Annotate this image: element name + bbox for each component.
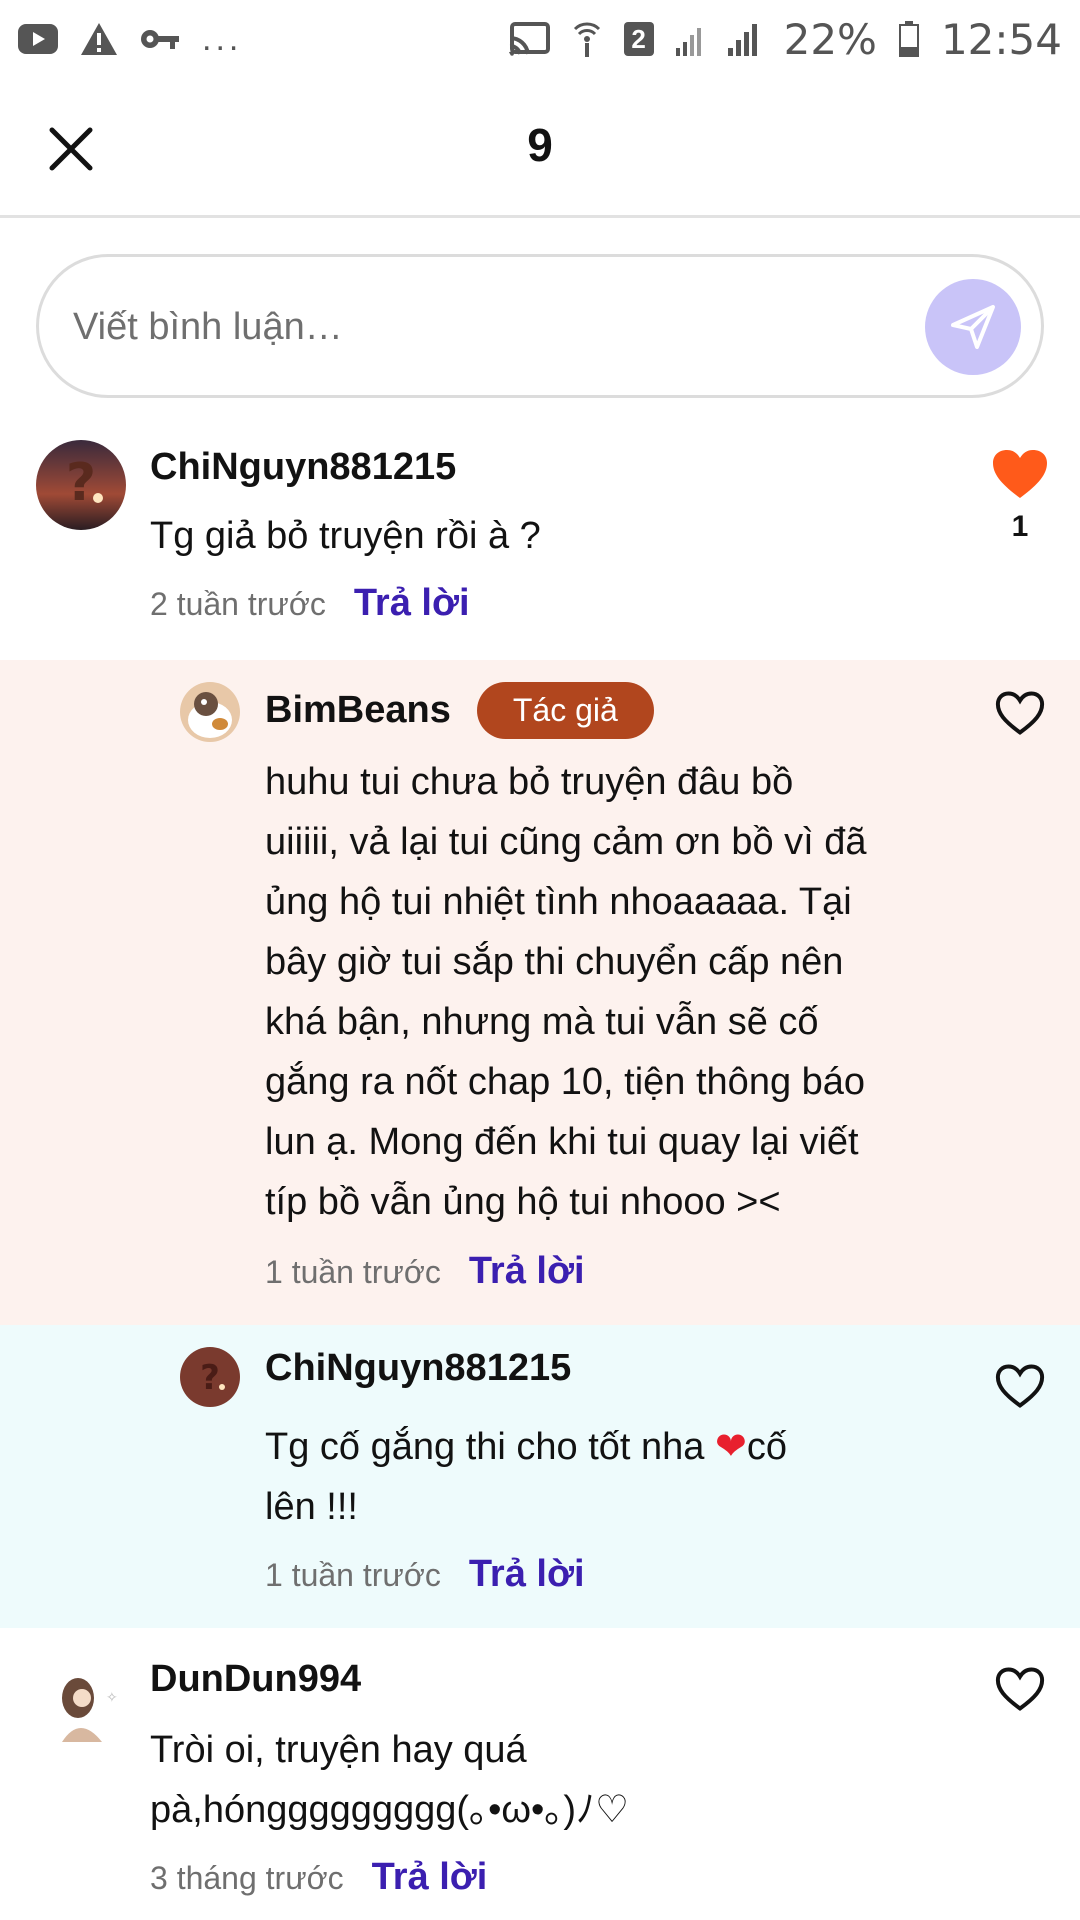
battery-percentage: 22% — [783, 14, 877, 64]
username[interactable]: BimBeans — [265, 689, 451, 732]
send-icon — [951, 305, 995, 349]
clock: 12:54 — [940, 14, 1062, 64]
comment-input[interactable] — [73, 293, 893, 361]
username[interactable]: ChiNguyn881215 — [150, 446, 456, 489]
comment-text: Tròi oi, truyện hay quá pà,hónggggggggg(… — [150, 1720, 950, 1840]
svg-text:?: ? — [200, 1358, 220, 1398]
comment-text-line: ủng hộ tui nhiệt tình nhoaaaaa. Tại — [265, 881, 852, 923]
comment-text-line: Tròi oi, truyện hay quá — [150, 1729, 527, 1771]
comment-text-line: típ bồ vẫn ủng hộ tui nhooo >< — [265, 1181, 781, 1223]
reply-button[interactable]: Trả lời — [354, 582, 470, 625]
svg-text:✧: ✧ — [106, 1690, 118, 1706]
comment-text-line: lun ạ. Mong đến khi tui quay lại viết — [265, 1121, 859, 1163]
comment-text-part: cố — [746, 1426, 787, 1468]
like-button[interactable]: 1 — [985, 448, 1055, 544]
comment-text-line: pà,hónggggggggg(｡•ω•｡)ﾉ♡ — [150, 1789, 630, 1831]
like-button[interactable] — [985, 1363, 1055, 1409]
avatar[interactable] — [180, 682, 240, 742]
cast-icon — [508, 22, 550, 56]
author-badge: Tác giả — [476, 682, 654, 739]
comment-text-line: khá bận, nhưng mà tui vẫn sẽ cố — [265, 1001, 819, 1043]
comment-composer — [36, 254, 1044, 398]
comment-text-part: Tg cố gắng thi cho tốt nha — [265, 1426, 715, 1468]
svg-text:?: ? — [66, 453, 96, 513]
comment-count-title: 9 — [527, 119, 553, 171]
battery-icon — [898, 21, 919, 57]
comment-item: ? ChiNguyn881215 Tg giả bỏ truyện rồi à … — [0, 430, 1080, 660]
key-icon — [140, 27, 180, 51]
comment-time: 1 tuần trước — [265, 1557, 441, 1593]
comment-time: 1 tuần trước — [265, 1254, 441, 1290]
sim-slot-icon: 2 — [623, 22, 654, 56]
comment-time: 3 tháng trước — [150, 1860, 344, 1896]
comment-text: huhu tui chưa bỏ truyện đâu bồ uiiiii, v… — [265, 752, 905, 1232]
comment-text-line: uiiiii, vả lại tui cũng cảm ơn bồ vì đã — [265, 821, 867, 863]
comment-text: Tg cố gắng thi cho tốt nha ❤cố lên !!! — [265, 1417, 905, 1537]
more-notifications-indicator: ... — [202, 19, 243, 58]
comment-text-line: bây giờ tui sắp thi chuyển cấp nên — [265, 941, 844, 983]
avatar[interactable]: ? — [180, 1347, 240, 1407]
comment-text-line: huhu tui chưa bỏ truyện đâu bồ — [265, 761, 794, 803]
comment-text-line: gắng ra nốt chap 10, tiện thông báo — [265, 1061, 866, 1103]
heart-outline-icon — [995, 1667, 1045, 1711]
comment-text: Tg giả bỏ truyện rồi à ? — [150, 515, 541, 557]
avatar[interactable]: ? — [36, 440, 126, 530]
youtube-icon — [18, 24, 58, 54]
status-bar-right: 2 22% 12:54 — [508, 15, 1062, 64]
heart-filled-icon — [993, 450, 1047, 498]
reply-item-author: BimBeans Tác giả huhu tui chưa bỏ truyện… — [0, 660, 1080, 1325]
sim-slot-number: 2 — [631, 24, 646, 54]
heart-outline-icon — [995, 1364, 1045, 1408]
comment-text-line: lên !!! — [265, 1486, 358, 1528]
reply-button[interactable]: Trả lời — [469, 1553, 585, 1596]
signal-icon-2 — [727, 22, 762, 56]
status-bar: ... 2 22% 12:54 — [0, 0, 1080, 78]
avatar[interactable]: ✧ — [36, 1658, 126, 1748]
comment-time: 2 tuần trước — [150, 586, 326, 622]
like-button[interactable] — [985, 1666, 1055, 1712]
reply-button[interactable]: Trả lời — [372, 1856, 488, 1899]
send-button[interactable] — [925, 279, 1021, 375]
comments-header: 9 — [0, 78, 1080, 218]
reply-button[interactable]: Trả lời — [469, 1250, 585, 1293]
comment-item: ✧ DunDun994 Tròi oi, truyện hay quá pà,h… — [0, 1628, 1080, 1920]
username[interactable]: ChiNguyn881215 — [265, 1347, 571, 1390]
like-button[interactable] — [985, 690, 1055, 736]
heart-outline-icon — [995, 691, 1045, 735]
red-heart-emoji: ❤ — [714, 1426, 747, 1468]
like-count: 1 — [1011, 510, 1029, 543]
signal-icon-1 — [675, 22, 706, 56]
reply-item: ? ChiNguyn881215 Tg cố gắng thi cho tốt … — [0, 1325, 1080, 1628]
warning-icon — [80, 22, 118, 56]
status-bar-left: ... — [18, 20, 242, 59]
wifi-call-icon — [572, 19, 602, 59]
username[interactable]: DunDun994 — [150, 1658, 361, 1701]
